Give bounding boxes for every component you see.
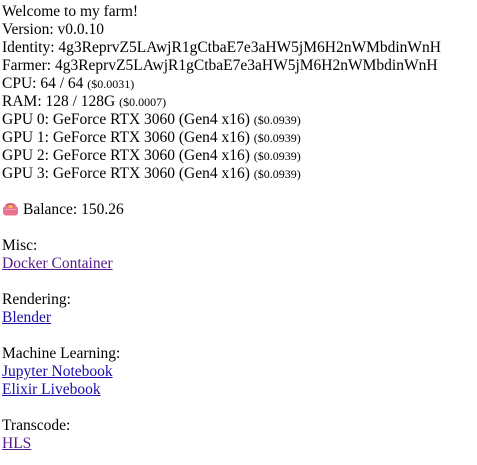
list-item: Blender bbox=[2, 309, 477, 327]
ram-price: ($0.0007) bbox=[119, 95, 167, 109]
farmer-value: 4g3ReprvZ5LAwjR1gCtbaE7e3aHW5jM6H2nWMbdi… bbox=[54, 57, 438, 74]
identity-value: 4g3ReprvZ5LAwjR1gCtbaE7e3aHW5jM6H2nWMbdi… bbox=[58, 39, 441, 56]
ram-value: 128 / 128G bbox=[45, 93, 116, 110]
cpu-line: CPU: 64 / 64 ($0.0031) bbox=[2, 75, 477, 93]
version-line: Version: v0.0.10 bbox=[2, 21, 477, 39]
gpu-label: GPU 1: bbox=[2, 129, 49, 146]
version-value: v0.0.10 bbox=[57, 21, 105, 38]
cpu-label: CPU: bbox=[2, 75, 37, 92]
ram-label: RAM: bbox=[2, 93, 42, 110]
gpu-name: GeForce RTX 3060 (Gen4 x16) bbox=[52, 165, 250, 182]
list-item: Docker Container bbox=[2, 255, 477, 273]
gpu-name: GeForce RTX 3060 (Gen4 x16) bbox=[52, 147, 250, 164]
balance-label: Balance: bbox=[23, 201, 78, 218]
cpu-value: 64 / 64 bbox=[40, 75, 84, 92]
list-item: Jupyter Notebook bbox=[2, 363, 477, 381]
gpu-price: ($0.0939) bbox=[253, 113, 301, 127]
jupyter-notebook-link[interactable]: Jupyter Notebook bbox=[2, 363, 113, 380]
farmer-line: Farmer: 4g3ReprvZ5LAwjR1gCtbaE7e3aHW5jM6… bbox=[2, 57, 477, 75]
gpu-price: ($0.0939) bbox=[253, 149, 301, 163]
section-heading-transcode: Transcode: bbox=[2, 417, 71, 434]
blender-link[interactable]: Blender bbox=[2, 309, 51, 326]
list-item: Elixir Livebook bbox=[2, 381, 477, 399]
gpu-price: ($0.0939) bbox=[253, 131, 301, 145]
gpu-name: GeForce RTX 3060 (Gen4 x16) bbox=[52, 129, 250, 146]
docker-container-link[interactable]: Docker Container bbox=[2, 255, 113, 272]
list-item: HLS bbox=[2, 435, 477, 453]
ram-line: RAM: 128 / 128G ($0.0007) bbox=[2, 93, 477, 111]
gpu-line-2: GPU 2: GeForce RTX 3060 (Gen4 x16) ($0.0… bbox=[2, 147, 477, 165]
balance-line: Balance: 150.26 bbox=[2, 201, 477, 219]
gpu-label: GPU 3: bbox=[2, 165, 49, 182]
elixir-livebook-link[interactable]: Elixir Livebook bbox=[2, 381, 101, 398]
welcome-text: Welcome to my farm! bbox=[2, 3, 139, 20]
farmer-label: Farmer: bbox=[2, 57, 52, 74]
section-heading-misc: Misc: bbox=[2, 237, 38, 254]
identity-label: Identity: bbox=[2, 39, 55, 56]
gpu-line-0: GPU 0: GeForce RTX 3060 (Gen4 x16) ($0.0… bbox=[2, 111, 477, 129]
purse-icon bbox=[2, 202, 19, 216]
version-label: Version: bbox=[2, 21, 54, 38]
farm-page: Welcome to my farm! Version: v0.0.10 Ide… bbox=[0, 0, 477, 453]
cpu-price: ($0.0031) bbox=[87, 77, 135, 91]
identity-line: Identity: 4g3ReprvZ5LAwjR1gCtbaE7e3aHW5j… bbox=[2, 39, 477, 57]
gpu-name: GeForce RTX 3060 (Gen4 x16) bbox=[52, 111, 250, 128]
gpu-line-1: GPU 1: GeForce RTX 3060 (Gen4 x16) ($0.0… bbox=[2, 129, 477, 147]
gpu-label: GPU 2: bbox=[2, 147, 49, 164]
balance-value: 150.26 bbox=[81, 201, 124, 218]
gpu-line-3: GPU 3: GeForce RTX 3060 (Gen4 x16) ($0.0… bbox=[2, 165, 477, 183]
section-heading-machine-learning: Machine Learning: bbox=[2, 345, 121, 362]
gpu-label: GPU 0: bbox=[2, 111, 49, 128]
hls-link[interactable]: HLS bbox=[2, 435, 31, 452]
gpu-price: ($0.0939) bbox=[253, 167, 301, 181]
section-heading-rendering: Rendering: bbox=[2, 291, 71, 308]
